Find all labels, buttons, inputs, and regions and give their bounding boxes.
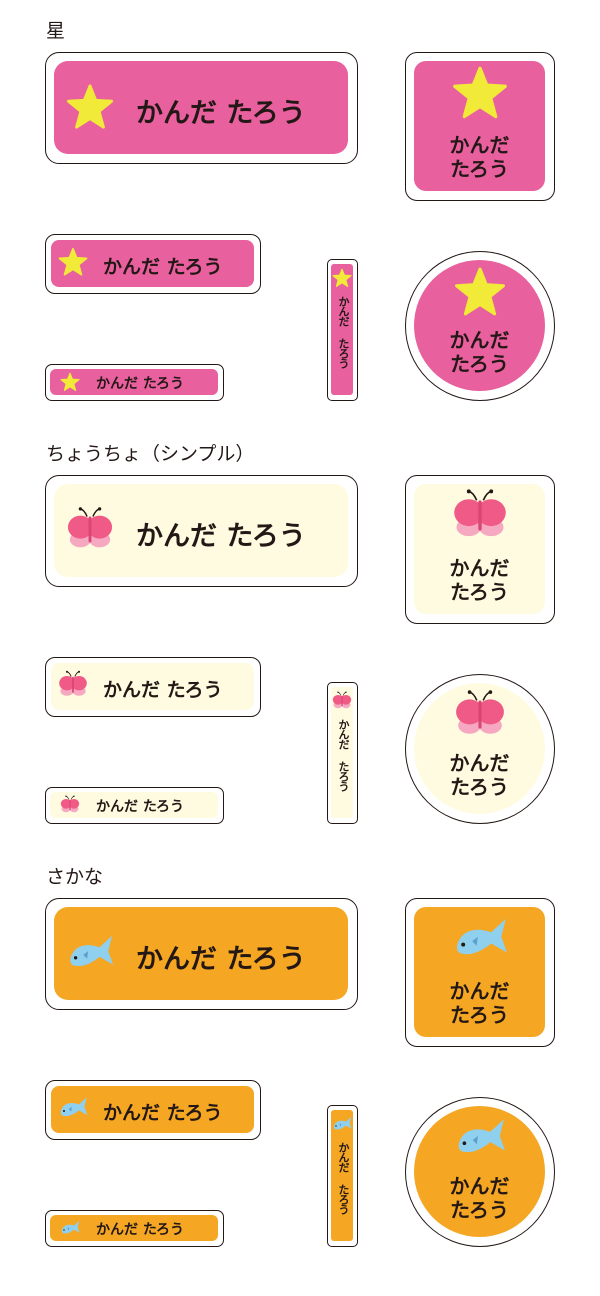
label-name-line: たろう xyxy=(450,1198,509,1222)
butterfly-icon xyxy=(456,690,504,734)
label-small: かんだ たろう xyxy=(45,787,224,824)
section-title: ちょうちょ（シンプル） xyxy=(46,443,255,465)
label-name-line: たろう xyxy=(450,1003,509,1027)
label-name: かんだ たろう xyxy=(96,376,185,393)
label-name-line: たろう xyxy=(450,580,509,604)
label-name: かんだ たろう xyxy=(96,1222,185,1239)
label-small: かんだ たろう xyxy=(45,364,224,401)
fish-icon xyxy=(458,1119,505,1153)
label-name: かんだ たろう xyxy=(136,943,306,975)
star-icon xyxy=(332,268,352,287)
label-name: かんだ たろう xyxy=(103,678,223,701)
star-icon xyxy=(60,372,80,391)
fish-icon xyxy=(333,1116,352,1130)
label-name: かんだ たろう xyxy=(136,520,306,552)
label-large: かんだ たろう xyxy=(45,475,358,587)
butterfly-icon xyxy=(454,489,506,537)
label-vertical: かんだ たろう xyxy=(327,682,358,824)
label-square: かんだ たろう xyxy=(405,898,555,1047)
label-medium: かんだ たろう xyxy=(45,657,261,717)
label-medium: かんだ たろう xyxy=(45,1080,261,1140)
label-medium: かんだ たろう xyxy=(45,234,261,294)
star-icon xyxy=(58,247,88,276)
label-round: かんだ たろう xyxy=(405,1097,555,1247)
star-icon xyxy=(455,267,505,316)
label-name-vertical: かんだ たろう xyxy=(337,719,350,791)
label-name: かんだ たろう xyxy=(103,255,223,278)
section-title: 星 xyxy=(46,20,66,42)
fish-icon xyxy=(456,918,507,955)
label-square: かんだ たろう xyxy=(405,52,555,201)
fish-icon xyxy=(70,935,114,967)
label-round: かんだ たろう xyxy=(405,251,555,401)
star-icon xyxy=(66,84,114,129)
label-name-line: たろう xyxy=(450,157,509,181)
label-vertical: かんだ たろう xyxy=(327,1105,358,1247)
label-vertical: かんだ たろう xyxy=(327,259,358,401)
butterfly-icon xyxy=(67,507,113,548)
label-small: かんだ たろう xyxy=(45,1210,224,1247)
section-title: さかな xyxy=(46,866,104,888)
butterfly-icon xyxy=(60,795,80,813)
butterfly-icon xyxy=(332,691,352,709)
fish-icon xyxy=(60,1097,88,1117)
label-name: かんだ たろう xyxy=(103,1101,223,1124)
butterfly-icon xyxy=(59,670,87,696)
label-name-vertical: かんだ たろう xyxy=(337,296,350,368)
label-large: かんだ たろう xyxy=(45,52,358,164)
fish-icon xyxy=(61,1220,80,1234)
label-name-vertical: かんだ たろう xyxy=(337,1142,350,1214)
label-name: かんだ たろう xyxy=(136,97,306,129)
label-name: かんだ たろう xyxy=(96,799,185,816)
label-square: かんだ たろう xyxy=(405,475,555,624)
label-large: かんだ たろう xyxy=(45,898,358,1010)
label-name-line: たろう xyxy=(450,775,509,799)
star-icon xyxy=(453,66,507,119)
label-name-line: たろう xyxy=(450,352,509,376)
label-round: かんだ たろう xyxy=(405,674,555,824)
